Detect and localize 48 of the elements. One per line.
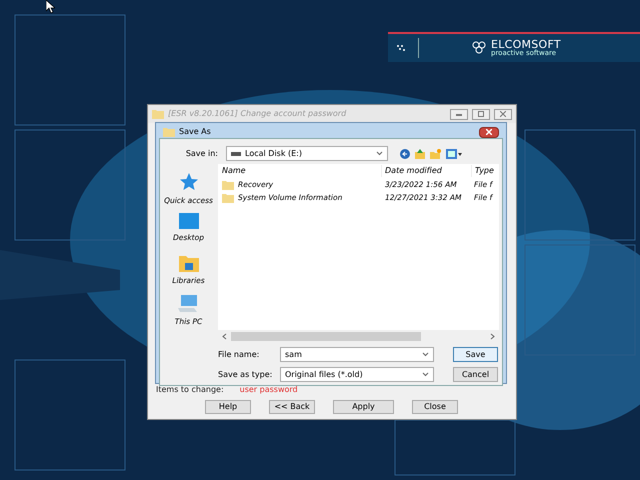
save-in-combo[interactable]: Local Disk (E:) [226, 146, 388, 161]
maximize-icon [478, 111, 484, 117]
close-icon [500, 111, 506, 117]
up-folder-icon[interactable] [415, 148, 425, 158]
close-button[interactable] [494, 108, 512, 120]
folder-icon [222, 180, 234, 190]
chevron-down-icon [422, 372, 429, 377]
computer-icon [178, 295, 198, 313]
drive-icon [231, 151, 241, 156]
column-header[interactable]: Name [218, 165, 382, 177]
file-name-field[interactable]: sam [280, 347, 434, 362]
cancel-button[interactable]: Cancel [453, 367, 498, 382]
file-name-label: File name: [218, 348, 260, 360]
dots-icon [396, 44, 406, 52]
scroll-left-icon [222, 332, 227, 340]
dialog-button[interactable]: Help [205, 400, 251, 414]
scroll-right-icon [490, 332, 495, 340]
brand-name: ELCOMSOFT [491, 39, 561, 50]
items-label: Items to change: [156, 385, 224, 395]
column-header[interactable]: Type [472, 165, 499, 177]
cursor-icon [46, 0, 55, 13]
dialog-button[interactable]: Apply [333, 400, 394, 414]
save-button[interactable]: Save [453, 347, 498, 362]
desktop-icon [178, 213, 198, 229]
close-icon [486, 129, 492, 135]
minimize-icon [456, 112, 462, 116]
save-in-label: Save in: [184, 148, 218, 160]
file-type-label: Save as type: [218, 368, 274, 380]
items-value: user password [240, 385, 298, 395]
logo-icon [471, 41, 487, 55]
window-title: [ESR v8.20.1061] Change account password [168, 108, 348, 120]
chevron-down-icon [376, 151, 383, 156]
back-icon[interactable] [400, 148, 410, 158]
dialog-button[interactable]: Close [412, 400, 458, 414]
chevron-down-icon [422, 352, 429, 357]
minimize-button[interactable] [450, 108, 468, 120]
star-icon [178, 172, 198, 192]
folder-icon [152, 109, 164, 119]
column-header[interactable]: Date modified [382, 165, 472, 177]
folder-icon [222, 192, 234, 202]
dialog-title: Save As [179, 126, 212, 138]
dialog-button[interactable]: << Back [269, 400, 315, 414]
maximize-button[interactable] [472, 108, 490, 120]
close-button[interactable] [479, 126, 499, 138]
view-menu-icon[interactable] [446, 148, 462, 158]
horizontal-scrollbar[interactable] [218, 330, 499, 342]
file-type-combo[interactable]: Original files (*.old) [280, 367, 434, 382]
library-folder-icon [178, 254, 198, 272]
